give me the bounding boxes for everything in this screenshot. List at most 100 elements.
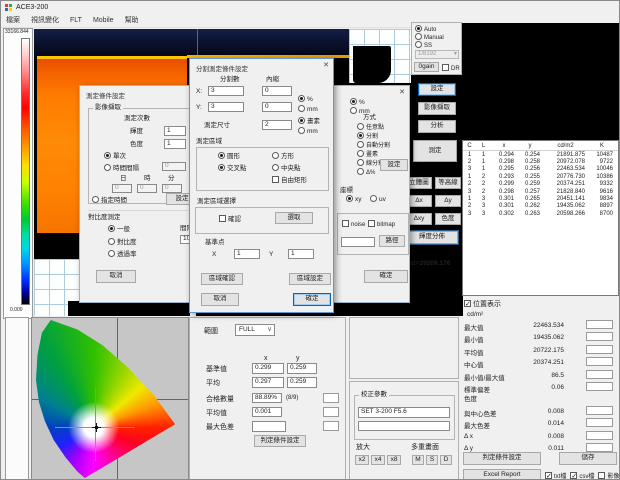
method-radio[interactable]: [357, 150, 364, 157]
pct-radio[interactable]: [350, 98, 357, 105]
lum-dist-button[interactable]: 輝度分佈: [405, 230, 459, 245]
split-ok-button[interactable]: 確定: [293, 293, 331, 306]
txt檔-checkbox[interactable]: [545, 472, 552, 479]
table-row[interactable]: 310.2950.25622463.53410046: [463, 166, 618, 173]
method-option[interactable]: 畫素: [357, 150, 411, 159]
cross-radio[interactable]: [218, 164, 225, 171]
multi-M-button[interactable]: M: [412, 455, 424, 465]
base-y-field[interactable]: 0.259: [287, 363, 317, 374]
judge-condition-button[interactable]: 判定條件設定: [463, 452, 541, 465]
table-row[interactable]: 220.2990.25920374.2519332: [463, 181, 618, 188]
pass-count-field[interactable]: 88.89%: [252, 393, 282, 403]
area-set-button[interactable]: 區域設定: [289, 273, 331, 285]
avg-x-field[interactable]: 0.297: [252, 377, 284, 388]
excel-report-button[interactable]: Excel Report: [463, 469, 541, 480]
size-mm-radio[interactable]: [298, 127, 305, 134]
base-x-input[interactable]: 1: [234, 249, 260, 259]
base-x-field[interactable]: 0.299: [252, 363, 284, 374]
multi-S-button[interactable]: S: [426, 455, 438, 465]
square-radio[interactable]: [272, 152, 279, 159]
split-cancel-button[interactable]: 取消: [201, 293, 239, 306]
range-select[interactable]: FULL∨: [235, 324, 275, 336]
ss-radio[interactable]: [415, 41, 422, 48]
circle-radio[interactable]: [218, 152, 225, 159]
delta-y-button[interactable]: Δy: [435, 195, 461, 207]
xy-radio[interactable]: [346, 195, 353, 202]
lum-count-field[interactable]: 1: [164, 126, 186, 136]
interval-field[interactable]: 0: [162, 162, 186, 171]
bitmap-checkbox[interactable]: [368, 220, 375, 227]
inset-pct-radio[interactable]: [298, 95, 305, 102]
set-button[interactable]: 設定: [418, 83, 456, 96]
method-radio[interactable]: [357, 168, 364, 175]
y-inset-field[interactable]: 0: [262, 102, 292, 112]
condition-cancel-button[interactable]: 取消: [96, 270, 136, 283]
area-confirm-button[interactable]: 區域確認: [201, 273, 243, 285]
manual-radio[interactable]: [415, 33, 422, 40]
analyze-button[interactable]: 分析: [418, 120, 456, 133]
size-field[interactable]: 2: [262, 120, 292, 130]
minute-field[interactable]: 0: [162, 184, 182, 193]
calib-set-field[interactable]: SET 3-200 F5.6: [358, 407, 450, 418]
noise-checkbox[interactable]: [342, 220, 349, 227]
zoom-x4-button[interactable]: x4: [371, 455, 385, 465]
cie-diagram[interactable]: [31, 317, 189, 480]
menu-item[interactable]: FLT: [70, 17, 82, 24]
menu-item[interactable]: Mobile: [93, 17, 114, 24]
measure-button[interactable]: 測定: [413, 140, 457, 162]
capture-button[interactable]: 影像擷取: [418, 102, 456, 115]
position-display-checkbox[interactable]: [464, 300, 471, 307]
csv檔-checkbox[interactable]: [570, 472, 577, 479]
table-row[interactable]: 320.2980.25721828.8409616: [463, 188, 618, 195]
menu-item[interactable]: 檔案: [6, 17, 20, 24]
chroma-button[interactable]: 色度: [435, 213, 461, 225]
y-div-field[interactable]: 3: [208, 102, 244, 112]
path-button[interactable]: 路徑: [379, 235, 405, 247]
method-radio[interactable]: [357, 132, 364, 139]
base-y-input[interactable]: 1: [288, 249, 314, 259]
size-pixel-radio[interactable]: [298, 117, 305, 124]
dr-checkbox[interactable]: [442, 64, 449, 71]
影像檔-checkbox[interactable]: [598, 472, 605, 479]
path-field[interactable]: [341, 237, 375, 247]
auto-radio[interactable]: [415, 25, 422, 32]
spec-time-radio[interactable]: [92, 196, 99, 203]
multi-D-button[interactable]: D: [440, 455, 452, 465]
method-option[interactable]: 任意點: [357, 123, 411, 132]
table-row[interactable]: 330.3020.26320598.2668700: [463, 210, 618, 217]
method-option[interactable]: 自動分割: [357, 141, 411, 150]
table-row[interactable]: 230.3010.26219435.0628897: [463, 203, 618, 210]
method-set-button[interactable]: 設定: [380, 159, 408, 171]
confirm-checkbox[interactable]: [219, 215, 226, 222]
x-div-field[interactable]: 3: [208, 86, 244, 96]
condition-dialog-close-icon[interactable]: ✕: [395, 87, 409, 98]
x-inset-field[interactable]: 0: [262, 86, 292, 96]
method-radio[interactable]: [357, 123, 364, 130]
shutter-select[interactable]: 1/8192▾: [415, 50, 459, 59]
interval-radio[interactable]: [104, 164, 111, 171]
center-radio[interactable]: [272, 164, 279, 171]
chroma-count-field[interactable]: 1: [164, 139, 186, 149]
table-row[interactable]: 110.2940.25421891.87510487: [463, 151, 618, 158]
zoom-x2-button[interactable]: x2: [355, 455, 369, 465]
method-radio[interactable]: [357, 141, 364, 148]
general-radio[interactable]: [108, 225, 115, 232]
single-radio[interactable]: [104, 152, 111, 159]
gain-button[interactable]: 0gain: [414, 62, 439, 72]
day-field[interactable]: 0: [112, 184, 132, 193]
trans-radio[interactable]: [108, 250, 115, 257]
contrast-radio[interactable]: [108, 238, 115, 245]
mm-radio[interactable]: [350, 107, 357, 114]
freerect-checkbox[interactable]: [272, 176, 279, 183]
table-row[interactable]: 210.2980.25820972.0789722: [463, 158, 618, 165]
measure-table[interactable]: C L x y cd/m2 K 110.2940.25421891.875104…: [462, 140, 619, 296]
mean-field[interactable]: 0.001: [252, 407, 282, 417]
zoom-x8-button[interactable]: x8: [387, 455, 401, 465]
table-row[interactable]: 120.2930.25520776.73010386: [463, 173, 618, 180]
save-button[interactable]: 儲存: [559, 452, 617, 465]
contour-button[interactable]: 等高線: [435, 177, 461, 189]
condition-ok-button[interactable]: 確定: [364, 270, 408, 283]
maxdiff-field[interactable]: [252, 421, 286, 432]
method-radio[interactable]: [357, 159, 364, 166]
menu-item[interactable]: 視訊變化: [31, 17, 59, 24]
